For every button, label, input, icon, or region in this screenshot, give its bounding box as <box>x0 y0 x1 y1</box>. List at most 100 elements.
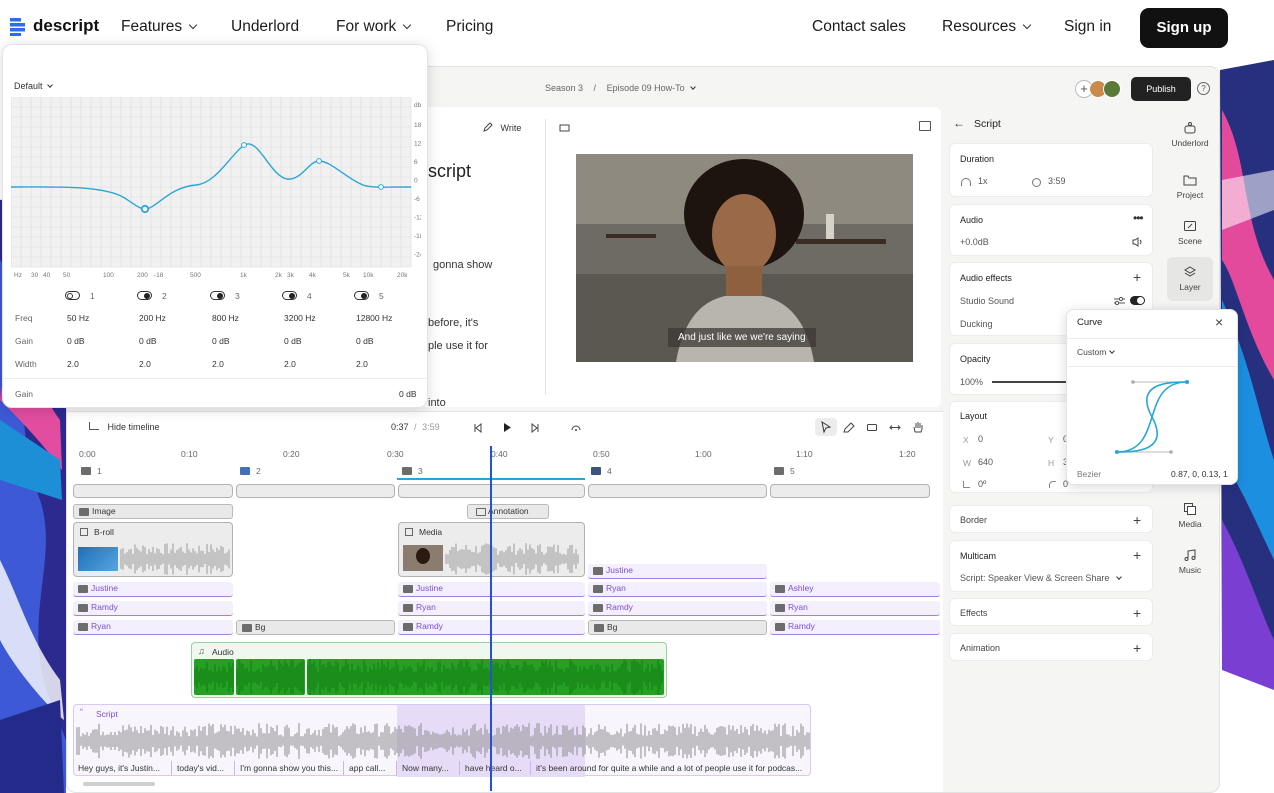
close-icon[interactable]: × <box>1215 314 1223 330</box>
eq-band-toggle[interactable] <box>282 291 297 300</box>
media-clip[interactable]: Media <box>398 522 585 577</box>
speaker-track[interactable]: Ramdy <box>770 620 940 635</box>
nav-for-work[interactable]: For work <box>336 18 412 36</box>
scene-marker[interactable]: 4 <box>591 466 612 476</box>
speed-value[interactable]: 1x <box>978 176 988 186</box>
skip-forward-icon[interactable] <box>530 423 540 433</box>
trim-icon[interactable] <box>866 422 878 433</box>
eq-band-handle[interactable] <box>241 142 247 148</box>
sliders-icon[interactable] <box>1114 296 1125 306</box>
eq-band-width[interactable]: 2.0 <box>212 359 224 369</box>
speaker-track[interactable]: Ramdy <box>73 601 233 616</box>
speaker-track[interactable]: Ryan <box>398 601 585 616</box>
opacity-slider[interactable] <box>992 381 1072 383</box>
eq-preset-dropdown[interactable]: Default <box>14 81 53 91</box>
eq-band-gain[interactable]: 0 dB <box>356 336 374 346</box>
eq-band-handle[interactable] <box>140 204 150 214</box>
word-chip[interactable]: Now many... <box>398 761 460 775</box>
skip-back-icon[interactable] <box>473 423 483 433</box>
scene-bar[interactable] <box>73 484 233 498</box>
scene-marker[interactable]: 5 <box>774 466 795 476</box>
speaker-track[interactable]: Ramdy <box>398 620 585 635</box>
eq-band-toggle[interactable] <box>210 291 225 300</box>
scene-bar[interactable] <box>398 484 585 498</box>
sidebar-tab-project[interactable]: Project <box>1167 173 1213 200</box>
eq-band-toggle[interactable] <box>137 291 152 300</box>
eq-graph[interactable]: db 18 12 6 0 -6 -12 -18 -24 Hz 30 40 50 100 200 -18 500 1… <box>11 97 421 287</box>
word-chip[interactable]: have heard o... <box>461 761 531 775</box>
breadcrumb-episode[interactable]: Episode 09 How-To <box>607 83 685 93</box>
layout-dropdown[interactable] <box>559 120 585 132</box>
bezier-curve-graph[interactable] <box>1067 367 1237 463</box>
nav-pricing[interactable]: Pricing <box>446 18 493 36</box>
eq-band-toggle[interactable] <box>65 291 80 300</box>
word-chip[interactable]: it's been around for quite a while and a… <box>532 761 810 775</box>
more-icon[interactable]: ••• <box>1133 211 1144 225</box>
annotation-clip[interactable]: Annotation <box>467 504 549 519</box>
loop-icon[interactable] <box>570 423 582 433</box>
ripple-icon[interactable] <box>889 422 901 433</box>
sign-up-button[interactable]: Sign up <box>1140 8 1228 48</box>
horizontal-scrollbar[interactable] <box>83 782 155 786</box>
volume-icon[interactable] <box>1132 237 1144 247</box>
w-value[interactable]: 640 <box>978 457 993 467</box>
eq-band-gain[interactable]: 0 dB <box>212 336 230 346</box>
speaker-track[interactable]: Justine <box>73 582 233 597</box>
breadcrumb-season[interactable]: Season 3 <box>545 83 583 93</box>
bezier-endpoint[interactable] <box>1115 450 1119 454</box>
hand-icon[interactable] <box>912 421 924 433</box>
word-chip[interactable]: I'm gonna show you this... <box>236 761 344 775</box>
eq-gain-value[interactable]: 0 dB <box>399 389 417 399</box>
bezier-handle[interactable] <box>1169 450 1173 454</box>
scene-bar[interactable] <box>236 484 395 498</box>
curve-preset-dropdown[interactable]: Custom <box>1077 347 1116 357</box>
speaker-track[interactable]: Ryan <box>770 601 940 616</box>
eq-band-freq[interactable]: 800 Hz <box>212 313 239 323</box>
bg-clip[interactable]: Bg <box>236 620 395 635</box>
script-track[interactable]: “ Script Hey guys, it's Justin... today'… <box>73 704 811 777</box>
audio-gain[interactable]: +0.0dB <box>960 237 989 247</box>
eq-band-freq[interactable]: 12800 Hz <box>356 313 392 323</box>
play-icon[interactable] <box>502 422 512 433</box>
nav-sign-in[interactable]: Sign in <box>1064 18 1111 36</box>
add-effect-icon[interactable]: + <box>1133 270 1141 284</box>
scene-bar[interactable] <box>588 484 767 498</box>
bezier-endpoint[interactable] <box>1185 380 1189 384</box>
sidebar-tab-music[interactable]: Music <box>1167 548 1213 575</box>
sidebar-toggle-icon[interactable] <box>919 121 931 131</box>
sidebar-tab-media[interactable]: Media <box>1167 502 1213 529</box>
scene-bar[interactable] <box>770 484 930 498</box>
audio-clip[interactable]: ♫ Audio <box>191 642 667 698</box>
help-icon[interactable]: ? <box>1197 82 1210 95</box>
word-chip[interactable]: Hey guys, it's Justin... <box>74 761 172 775</box>
eq-band-width[interactable]: 2.0 <box>139 359 151 369</box>
scene-marker[interactable]: 3 <box>402 466 423 476</box>
speaker-track[interactable]: Ryan <box>73 620 233 635</box>
eq-band-toggle[interactable] <box>354 291 369 300</box>
eq-band-freq[interactable]: 50 Hz <box>67 313 89 323</box>
eq-band-gain[interactable]: 0 dB <box>67 336 85 346</box>
curve-values[interactable]: 0.87, 0, 0.13, 1 <box>1171 469 1228 479</box>
back-icon[interactable]: ← <box>953 116 965 130</box>
nav-underlord[interactable]: Underlord <box>231 18 299 36</box>
eq-band-freq[interactable]: 3200 Hz <box>284 313 316 323</box>
collaborators[interactable]: + <box>1075 79 1127 99</box>
speaker-track[interactable]: Ryan <box>588 582 767 597</box>
sidebar-tab-scene[interactable]: Scene <box>1167 219 1213 246</box>
playhead[interactable] <box>490 446 492 791</box>
eq-band-width[interactable]: 2.0 <box>67 359 79 369</box>
scene-marker[interactable]: 2 <box>240 466 261 476</box>
opacity-value[interactable]: 100% <box>960 377 983 387</box>
scene-marker[interactable]: 1 <box>81 466 102 476</box>
nav-resources[interactable]: Resources <box>942 18 1032 36</box>
video-preview[interactable]: And just like we we're saying <box>576 154 913 362</box>
eq-band-gain[interactable]: 0 dB <box>284 336 302 346</box>
broll-clip[interactable]: B-roll <box>73 522 233 577</box>
eq-band-freq[interactable]: 200 Hz <box>139 313 166 323</box>
multicam-select[interactable]: Script: Speaker View & Screen Share <box>960 573 1122 583</box>
eq-band-handle[interactable] <box>378 184 384 190</box>
x-value[interactable]: 0 <box>978 434 983 444</box>
hide-timeline-button[interactable]: Hide timeline <box>89 422 160 432</box>
nav-contact-sales[interactable]: Contact sales <box>812 18 906 36</box>
rotation-value[interactable]: 0º <box>978 479 986 489</box>
